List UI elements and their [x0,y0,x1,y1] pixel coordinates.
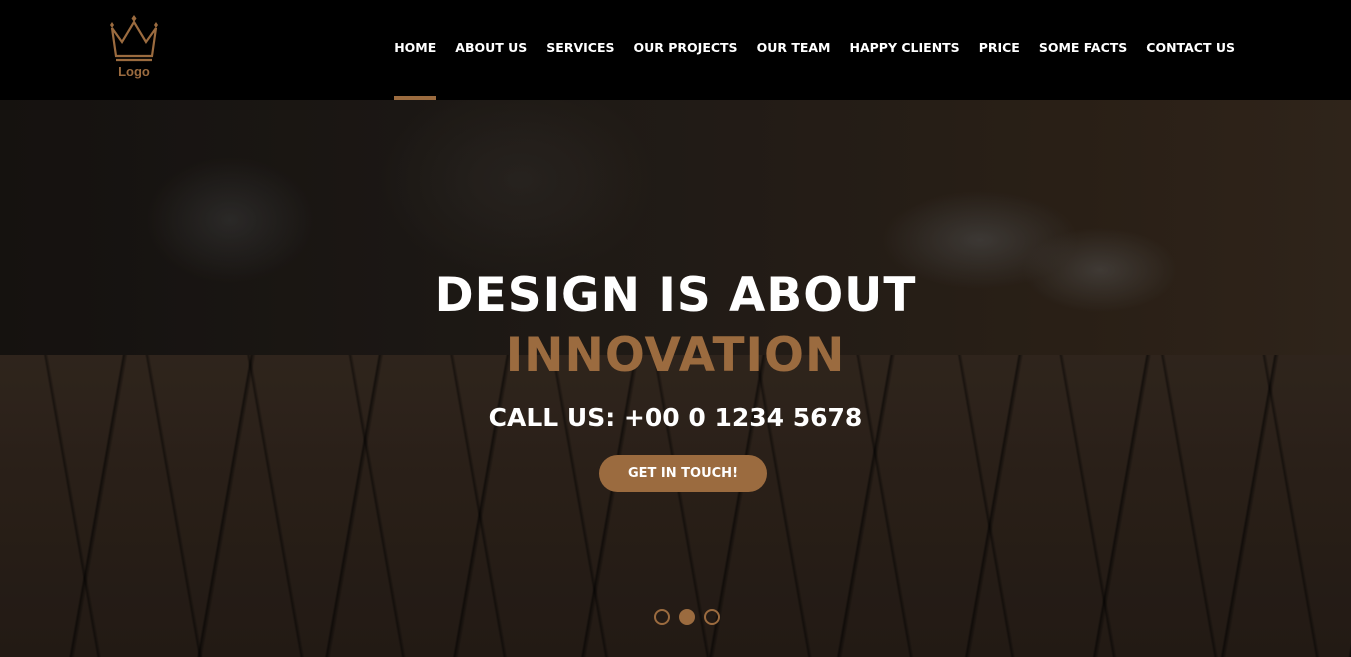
logo-link[interactable]: Logo [106,12,162,82]
nav-item-happy-clients[interactable]: HAPPY CLIENTS [850,0,960,100]
hero-slider: DESIGN IS ABOUT INNOVATION CALL US: +00 … [0,100,1351,657]
slider-dot-1[interactable] [654,609,670,625]
nav-item-contact-us[interactable]: CONTACT US [1146,0,1235,100]
nav-item-some-facts[interactable]: SOME FACTS [1039,0,1127,100]
nav-item-our-projects[interactable]: OUR PROJECTS [634,0,738,100]
slider-pagination [654,609,729,625]
top-bar: Logo HOME ABOUT US SERVICES OUR PROJECTS… [0,0,1351,100]
main-nav: HOME ABOUT US SERVICES OUR PROJECTS OUR … [394,0,1235,100]
get-in-touch-button[interactable]: GET IN TOUCH! [599,455,767,492]
hero-headline: DESIGN IS ABOUT [434,268,917,323]
hero-headline-accent: INNOVATION [505,328,846,383]
nav-item-price[interactable]: PRICE [979,0,1020,100]
crown-icon [110,15,158,62]
nav-item-services[interactable]: SERVICES [546,0,614,100]
nav-item-our-team[interactable]: OUR TEAM [757,0,831,100]
nav-item-home[interactable]: HOME [394,0,437,100]
logo-text: Logo [118,64,150,79]
slider-dot-2[interactable] [679,609,695,625]
slider-dot-3[interactable] [704,609,720,625]
hero-phone: CALL US: +00 0 1234 5678 [488,403,863,432]
nav-item-about-us[interactable]: ABOUT US [455,0,527,100]
